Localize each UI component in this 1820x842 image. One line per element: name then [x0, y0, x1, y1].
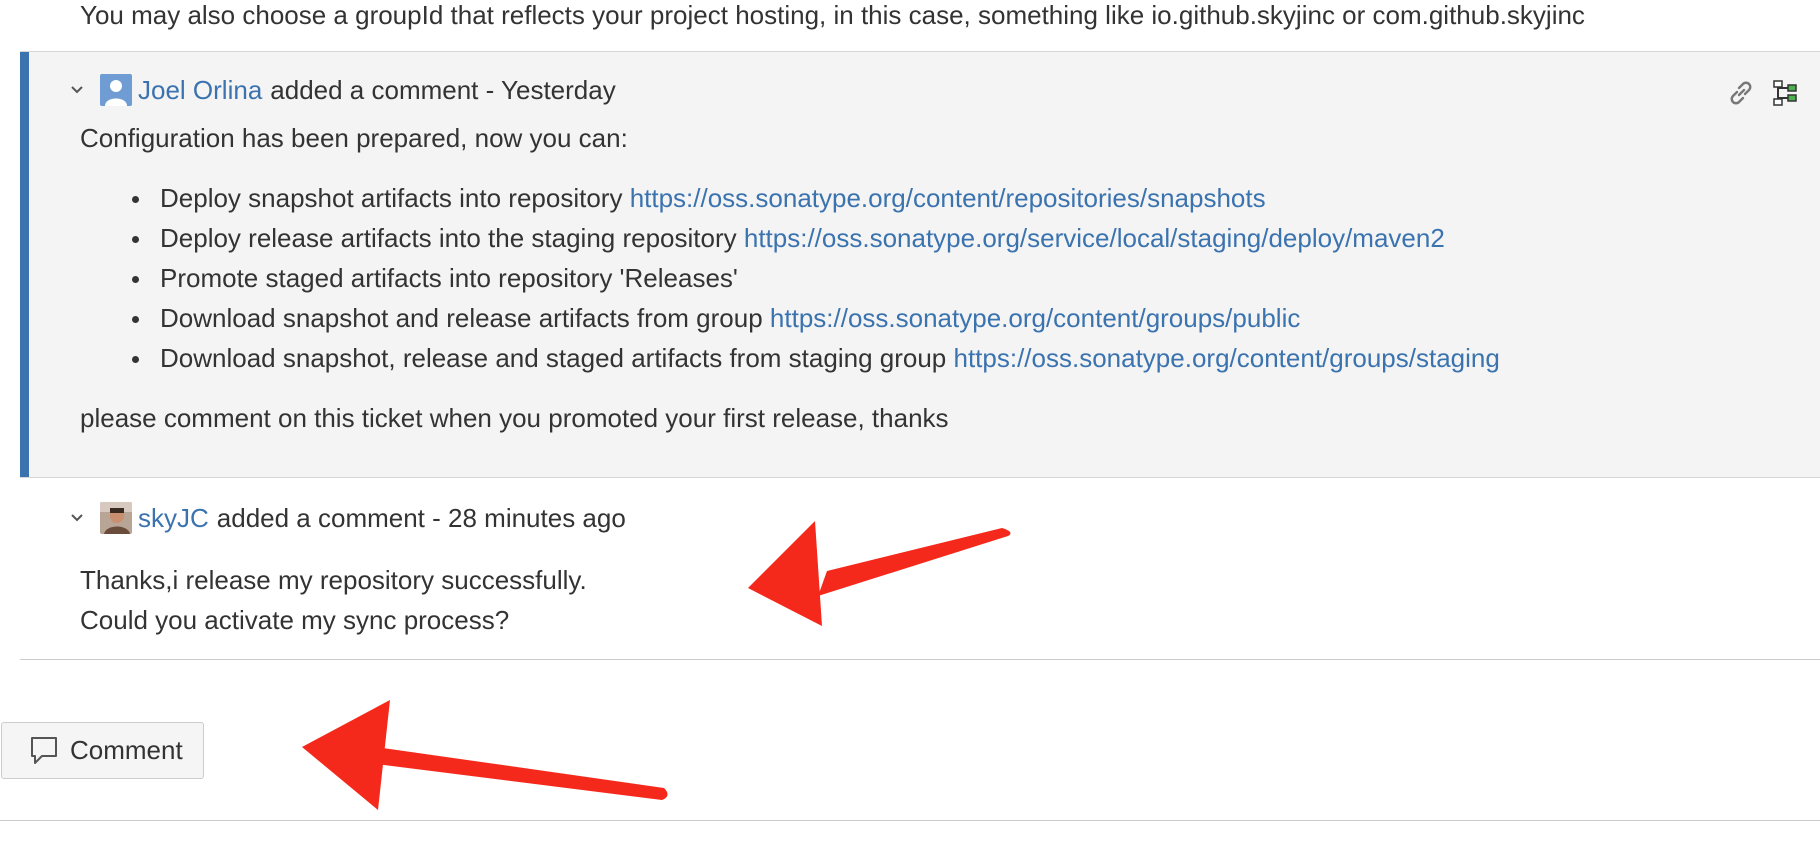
collapse-chevron-icon[interactable]	[62, 503, 92, 533]
annotation-arrow-lower	[302, 700, 668, 810]
list-item: Download snapshot and release artifacts …	[80, 298, 1500, 338]
comment-tools	[1724, 76, 1802, 110]
avatar-default-icon	[100, 74, 132, 106]
permalink-icon[interactable]	[1724, 76, 1758, 110]
comment-meta: added a comment - 28 minutes ago	[216, 502, 626, 533]
divider	[20, 659, 1820, 660]
repository-link[interactable]: https://oss.sonatype.org/content/groups/…	[953, 343, 1499, 373]
comment-intro: Configuration has been prepared, now you…	[80, 123, 628, 153]
list-item: Download snapshot, release and staged ar…	[80, 338, 1500, 378]
speech-bubble-icon	[30, 736, 58, 766]
comment-body: Configuration has been prepared, now you…	[80, 118, 1500, 438]
list-item-text: Download snapshot and release artifacts …	[160, 303, 770, 333]
tree-action-icon[interactable]	[1768, 76, 1802, 110]
collapse-chevron-icon[interactable]	[62, 75, 92, 105]
comment-joel-orlina: Joel Orlina added a comment - Yesterday	[20, 51, 1820, 478]
focus-accent-bar	[20, 52, 29, 477]
add-comment-button[interactable]: Comment	[1, 722, 204, 779]
list-item-text: Download snapshot, release and staged ar…	[160, 343, 954, 373]
comment-header-skyjc: skyJC added a comment - 28 minutes ago	[20, 502, 626, 534]
repository-link[interactable]: https://oss.sonatype.org/service/local/s…	[744, 223, 1445, 253]
repository-list: Deploy snapshot artifacts into repositor…	[80, 178, 1500, 378]
comment-line: Thanks,i release my repository successfu…	[80, 565, 587, 595]
list-item: Promote staged artifacts into repository…	[80, 258, 1500, 298]
comment-button-label: Comment	[70, 735, 183, 765]
list-item-text: Deploy snapshot artifacts into repositor…	[160, 183, 630, 213]
intro-text: You may also choose a groupId that refle…	[80, 0, 1585, 30]
repository-link[interactable]: https://oss.sonatype.org/content/reposit…	[630, 183, 1266, 213]
list-item: Deploy snapshot artifacts into repositor…	[80, 178, 1500, 218]
comment-line: Could you activate my sync process?	[80, 605, 510, 635]
list-item-text: Deploy release artifacts into the stagin…	[160, 223, 744, 253]
avatar-photo-icon	[100, 502, 132, 534]
bottom-divider	[0, 820, 1820, 821]
comment-body-skyjc: Thanks,i release my repository successfu…	[80, 560, 587, 640]
list-item: Deploy release artifacts into the stagin…	[80, 218, 1500, 258]
comment-header: Joel Orlina added a comment - Yesterday	[20, 74, 616, 106]
comment-closing: please comment on this ticket when you p…	[80, 403, 949, 433]
comment-author-link[interactable]: skyJC	[138, 503, 209, 534]
comment-meta: added a comment - Yesterday	[270, 74, 616, 105]
comment-author-link[interactable]: Joel Orlina	[138, 75, 262, 106]
annotation-arrow-upper	[748, 521, 1011, 626]
list-item-text: Promote staged artifacts into repository…	[160, 263, 738, 293]
repository-link[interactable]: https://oss.sonatype.org/content/groups/…	[770, 303, 1300, 333]
